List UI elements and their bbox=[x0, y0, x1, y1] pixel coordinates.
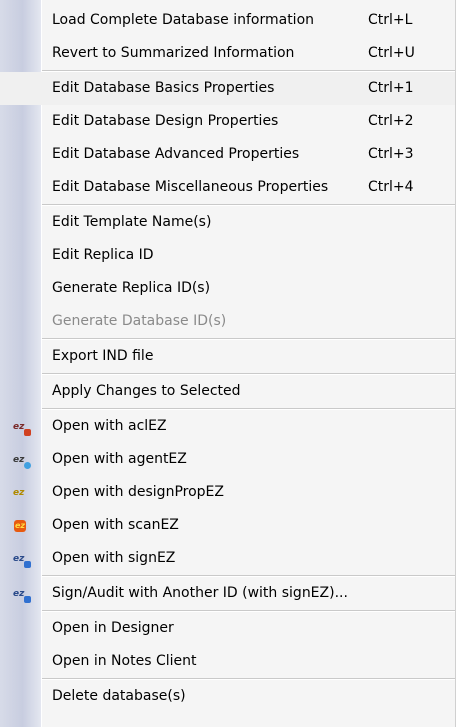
signez-icon: ez bbox=[13, 587, 31, 603]
menu-item-label: Revert to Summarized Information bbox=[52, 45, 295, 61]
context-menu: Load Complete Database information Ctrl+… bbox=[0, 0, 456, 727]
designpropez-icon: ez bbox=[13, 488, 25, 498]
menu-item-shortcut: Ctrl+1 bbox=[368, 80, 414, 96]
menu-item-open-aclez[interactable]: ez Open with aclEZ bbox=[0, 410, 455, 443]
menu-item-label: Generate Replica ID(s) bbox=[52, 280, 211, 296]
menu-item-label: Edit Database Miscellaneous Properties bbox=[52, 179, 329, 195]
menu-item-edit-design[interactable]: Edit Database Design Properties Ctrl+2 bbox=[0, 105, 455, 138]
menu-item-edit-advanced[interactable]: Edit Database Advanced Properties Ctrl+3 bbox=[0, 138, 455, 171]
menu-item-shortcut: Ctrl+U bbox=[368, 45, 415, 61]
menu-item-label: Open in Notes Client bbox=[52, 653, 197, 669]
menu-item-open-notes-client[interactable]: Open in Notes Client bbox=[0, 645, 455, 678]
menu-item-label: Edit Database Advanced Properties bbox=[52, 146, 300, 162]
menu-item-edit-replica-id[interactable]: Edit Replica ID bbox=[0, 239, 455, 272]
menu-item-label: Open with designPropEZ bbox=[52, 484, 224, 500]
menu-item-revert-summarized[interactable]: Revert to Summarized Information Ctrl+U bbox=[0, 37, 455, 70]
menu-item-label: Generate Database ID(s) bbox=[52, 313, 227, 329]
agentez-icon: ez bbox=[13, 453, 31, 469]
menu-item-delete-database[interactable]: Delete database(s) bbox=[0, 680, 455, 713]
menu-item-label: Open with agentEZ bbox=[52, 451, 187, 467]
menu-item-label: Apply Changes to Selected bbox=[52, 383, 241, 399]
menu-item-open-signez[interactable]: ez Open with signEZ bbox=[0, 542, 455, 575]
menu-item-label: Load Complete Database information bbox=[52, 12, 315, 28]
menu-item-edit-basics[interactable]: Edit Database Basics Properties Ctrl+1 bbox=[0, 72, 455, 105]
menu-item-export-ind[interactable]: Export IND file bbox=[0, 340, 455, 373]
menu-item-sign-audit[interactable]: ez Sign/Audit with Another ID (with sign… bbox=[0, 577, 455, 610]
menu-item-shortcut: Ctrl+2 bbox=[368, 113, 414, 129]
menu-item-open-designpropez[interactable]: ez Open with designPropEZ bbox=[0, 476, 455, 509]
signez-icon: ez bbox=[13, 552, 31, 568]
menu-item-shortcut: Ctrl+L bbox=[368, 12, 413, 28]
menu-item-apply-changes[interactable]: Apply Changes to Selected bbox=[0, 375, 455, 408]
menu-item-generate-replica-id[interactable]: Generate Replica ID(s) bbox=[0, 272, 455, 305]
scanez-icon: ez bbox=[14, 520, 26, 532]
menu-item-label: Sign/Audit with Another ID (with signEZ)… bbox=[52, 585, 348, 601]
menu-item-label: Export IND file bbox=[52, 348, 154, 364]
menu-item-label: Open with signEZ bbox=[52, 550, 176, 566]
menu-item-shortcut: Ctrl+4 bbox=[368, 179, 414, 195]
menu-item-edit-template[interactable]: Edit Template Name(s) bbox=[0, 206, 455, 239]
menu-item-label: Edit Database Design Properties bbox=[52, 113, 279, 129]
menu-item-label: Delete database(s) bbox=[52, 688, 186, 704]
menu-item-label: Edit Database Basics Properties bbox=[52, 80, 275, 96]
menu-item-generate-database-id: Generate Database ID(s) bbox=[0, 305, 455, 338]
menu-item-label: Open in Designer bbox=[52, 620, 174, 636]
menu-item-label: Edit Replica ID bbox=[52, 247, 154, 263]
menu-item-open-agentez[interactable]: ez Open with agentEZ bbox=[0, 443, 455, 476]
menu-item-shortcut: Ctrl+3 bbox=[368, 146, 414, 162]
menu-item-label: Edit Template Name(s) bbox=[52, 214, 212, 230]
menu-item-open-scanez[interactable]: ez Open with scanEZ bbox=[0, 509, 455, 542]
menu-items: Load Complete Database information Ctrl+… bbox=[0, 4, 455, 713]
menu-item-load-complete-db[interactable]: Load Complete Database information Ctrl+… bbox=[0, 4, 455, 37]
menu-item-edit-misc[interactable]: Edit Database Miscellaneous Properties C… bbox=[0, 171, 455, 204]
menu-item-label: Open with scanEZ bbox=[52, 517, 179, 533]
menu-item-open-designer[interactable]: Open in Designer bbox=[0, 612, 455, 645]
menu-item-label: Open with aclEZ bbox=[52, 418, 167, 434]
aclez-icon: ez bbox=[13, 420, 31, 436]
